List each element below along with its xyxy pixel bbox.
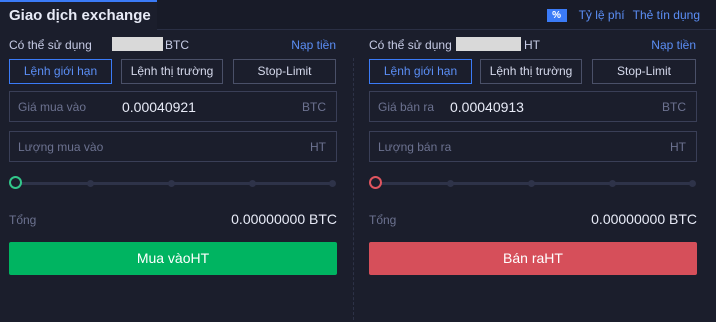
sell-slider-step-50[interactable] [528, 180, 535, 187]
buy-amount-placeholder: Lượng mua vào [18, 140, 104, 154]
sell-panel: Có thể sử dụng HT Nạp tiền Lệnh giới hạn… [369, 31, 714, 275]
header-links: % Tỷ lệ phí Thẻ tín dụng [546, 8, 700, 22]
sell-slider-step-100[interactable] [689, 180, 696, 187]
buy-order-type-tabs: Lệnh giới hạn Lệnh thị trường Stop-Limit [9, 59, 354, 84]
buy-total-label: Tổng [9, 213, 37, 227]
sell-price-input[interactable]: Giá bán ra 0.00040913 BTC [369, 91, 697, 122]
sell-order-type-tabs: Lệnh giới hạn Lệnh thị trường Stop-Limit [369, 59, 714, 84]
buy-amount-unit: HT [310, 140, 326, 154]
sell-amount-slider[interactable] [369, 176, 697, 190]
sell-available-unit: HT [524, 38, 540, 52]
buy-slider-step-50[interactable] [168, 180, 175, 187]
sell-price-unit: BTC [662, 100, 686, 114]
sell-price-label: Giá bán ra [378, 100, 435, 114]
sell-button[interactable]: Bán raHT [369, 242, 697, 275]
buy-slider-step-100[interactable] [329, 180, 336, 187]
buy-button[interactable]: Mua vàoHT [9, 242, 337, 275]
buy-amount-slider[interactable] [9, 176, 337, 190]
percent-icon: % [546, 8, 567, 22]
panel-divider [353, 58, 354, 320]
sell-tab-stop-limit[interactable]: Stop-Limit [592, 59, 696, 84]
buy-available-balance-masked [112, 37, 163, 51]
sell-slider-handle[interactable] [369, 176, 382, 189]
buy-available-unit: BTC [165, 38, 189, 52]
sell-amount-input[interactable]: Lượng bán ra HT [369, 131, 697, 162]
credit-card-link[interactable]: Thẻ tín dụng [633, 8, 700, 22]
trade-header: Giao dịch exchange % Tỷ lệ phí Thẻ tín d… [0, 0, 716, 31]
buy-slider-step-75[interactable] [249, 180, 256, 187]
buy-available-label: Có thể sử dụng [9, 38, 92, 52]
buy-price-input[interactable]: Giá mua vào 0.00040921 BTC [9, 91, 337, 122]
buy-slider-track [15, 182, 335, 185]
sell-slider-track [375, 182, 695, 185]
sell-amount-unit: HT [670, 140, 686, 154]
buy-price-value: 0.00040921 [122, 99, 196, 115]
sell-slider-step-25[interactable] [447, 180, 454, 187]
sell-tab-limit[interactable]: Lệnh giới hạn [369, 59, 472, 84]
buy-amount-input[interactable]: Lượng mua vào HT [9, 131, 337, 162]
sell-tab-market[interactable]: Lệnh thị trường [480, 59, 582, 84]
sell-slider-step-75[interactable] [609, 180, 616, 187]
buy-total-value: 0.00000000 BTC [231, 211, 337, 227]
buy-tab-market[interactable]: Lệnh thị trường [121, 59, 223, 84]
sell-total-label: Tổng [369, 213, 397, 227]
sell-available-row: Có thể sử dụng HT Nạp tiền [369, 31, 714, 59]
buy-slider-step-25[interactable] [87, 180, 94, 187]
page-title: Giao dịch exchange [0, 0, 157, 31]
buy-available-row: Có thể sử dụng BTC Nạp tiền [9, 31, 354, 59]
sell-amount-placeholder: Lượng bán ra [378, 140, 452, 154]
fee-rate-link[interactable]: Tỷ lệ phí [579, 8, 625, 22]
sell-deposit-link[interactable]: Nạp tiền [651, 38, 696, 52]
buy-total-row: Tổng 0.00000000 BTC [9, 211, 337, 231]
sell-available-label: Có thể sử dụng [369, 38, 452, 52]
buy-price-label: Giá mua vào [18, 100, 87, 114]
buy-panel: Có thể sử dụng BTC Nạp tiền Lệnh giới hạ… [9, 31, 354, 275]
buy-deposit-link[interactable]: Nạp tiền [291, 38, 336, 52]
sell-total-value: 0.00000000 BTC [591, 211, 697, 227]
sell-available-balance-masked [456, 37, 521, 51]
sell-price-value: 0.00040913 [450, 99, 524, 115]
buy-tab-stop-limit[interactable]: Stop-Limit [233, 59, 336, 84]
buy-slider-handle[interactable] [9, 176, 22, 189]
buy-tab-limit[interactable]: Lệnh giới hạn [9, 59, 112, 84]
buy-price-unit: BTC [302, 100, 326, 114]
sell-total-row: Tổng 0.00000000 BTC [369, 211, 697, 231]
